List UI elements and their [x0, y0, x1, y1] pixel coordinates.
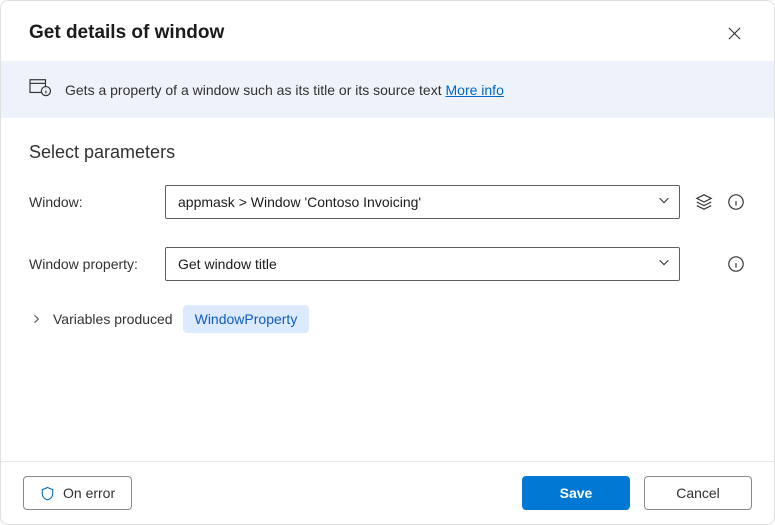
window-info-icon	[29, 77, 51, 102]
save-label: Save	[560, 485, 593, 501]
banner-description: Gets a property of a window such as its …	[65, 82, 446, 98]
window-select-value: appmask > Window 'Contoso Invoicing'	[178, 194, 421, 210]
on-error-button[interactable]: On error	[23, 476, 132, 510]
banner-text: Gets a property of a window such as its …	[65, 82, 504, 98]
property-select[interactable]: Get window title	[165, 247, 680, 281]
cancel-button[interactable]: Cancel	[644, 476, 752, 510]
variables-expand-toggle[interactable]	[29, 313, 43, 325]
layers-icon	[695, 193, 713, 211]
field-window-row: Window: appmask > Window 'Contoso Invoic…	[29, 185, 746, 219]
chevron-down-icon	[657, 193, 671, 212]
ui-element-picker-button[interactable]	[694, 192, 714, 212]
on-error-label: On error	[63, 485, 115, 501]
window-help-button[interactable]	[726, 192, 746, 212]
variables-produced-label: Variables produced	[53, 311, 173, 327]
section-title: Select parameters	[29, 142, 746, 163]
variables-produced-row: Variables produced WindowProperty	[29, 305, 746, 333]
property-help-button[interactable]	[726, 254, 746, 274]
more-info-link[interactable]: More info	[446, 82, 504, 98]
info-banner: Gets a property of a window such as its …	[1, 61, 774, 118]
cancel-label: Cancel	[676, 485, 720, 501]
property-select-value: Get window title	[178, 256, 277, 272]
chevron-right-icon	[30, 313, 42, 325]
shield-icon	[40, 486, 55, 501]
window-select[interactable]: appmask > Window 'Contoso Invoicing'	[165, 185, 680, 219]
chevron-down-icon	[657, 255, 671, 274]
close-icon	[727, 26, 742, 41]
field-window-label: Window:	[29, 194, 165, 210]
dialog-title: Get details of window	[29, 22, 224, 44]
save-button[interactable]: Save	[522, 476, 630, 510]
info-icon	[727, 255, 745, 273]
field-property-label: Window property:	[29, 256, 165, 272]
info-icon	[727, 193, 745, 211]
dialog-content: Select parameters Window: appmask > Wind…	[1, 118, 774, 461]
field-property-row: Window property: Get window title	[29, 247, 746, 281]
dialog-header: Get details of window	[1, 1, 774, 61]
close-button[interactable]	[720, 19, 748, 47]
variable-chip-windowproperty[interactable]: WindowProperty	[183, 305, 310, 333]
dialog-get-window-details: Get details of window Gets a property of…	[0, 0, 775, 525]
dialog-footer: On error Save Cancel	[1, 461, 774, 524]
